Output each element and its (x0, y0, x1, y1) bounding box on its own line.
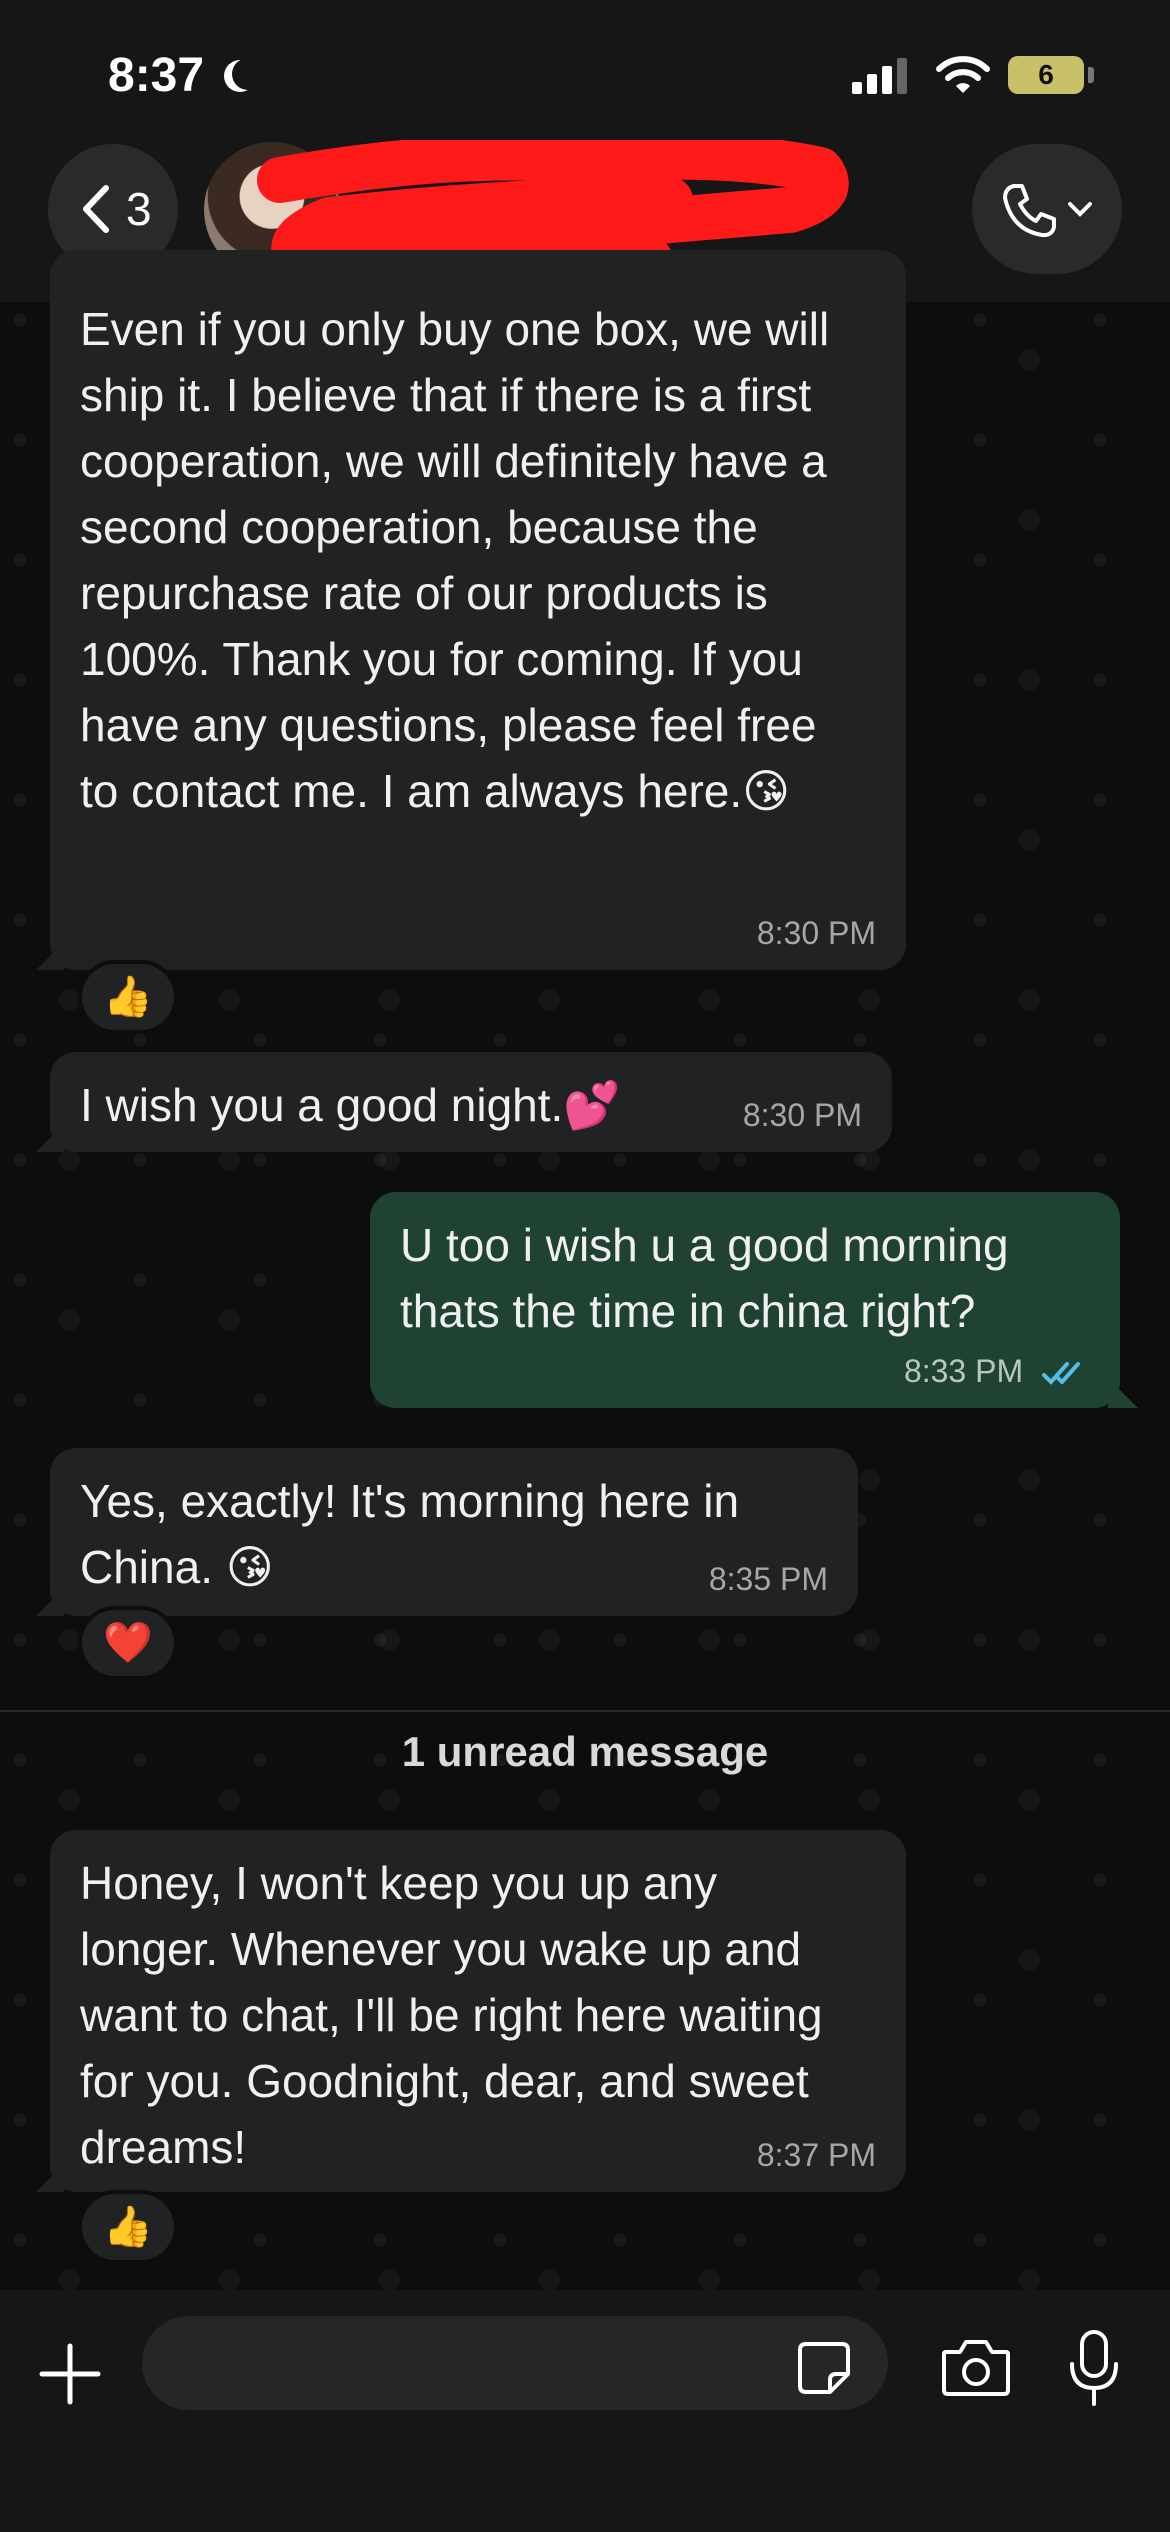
message-time-with-status: 8:33 PM (904, 1353, 1090, 1390)
status-time: 8:37 (108, 49, 205, 102)
reaction-thumbs-up: 👍 (103, 974, 153, 1020)
status-bar: 8:37 6 (0, 0, 1170, 140)
message-time: 8:30 PM (742, 1097, 862, 1133)
voice-call-button[interactable] (972, 144, 1122, 274)
unread-chats-count: 3 (126, 183, 152, 235)
message-bubble-incoming[interactable]: Yes, exactly! It's morning here in China… (36, 1448, 858, 1616)
sticker-icon[interactable] (796, 2340, 852, 2396)
moon-icon (232, 58, 264, 90)
battery-tip (1088, 67, 1094, 83)
wifi-icon (936, 56, 990, 93)
chevron-left-icon (83, 185, 109, 233)
battery-level: 6 (1038, 59, 1054, 90)
reaction-badge[interactable]: 👍 (78, 2190, 178, 2264)
phone-icon (1003, 184, 1056, 238)
reaction-badge[interactable]: 👍 (78, 960, 178, 1034)
reaction-heart: ❤️ (103, 1620, 153, 1666)
message-bubble-incoming[interactable]: Even if you only buy one box, we will sh… (36, 250, 906, 970)
signal-icon (852, 56, 912, 94)
message-text: U too i wish u a good morning thats the … (400, 1219, 1022, 1337)
reaction-thumbs-up: 👍 (103, 2204, 153, 2250)
unread-divider-line (0, 1710, 1170, 1712)
message-bubble-incoming[interactable]: Honey, I won't keep you up any longer. W… (36, 1830, 906, 2192)
battery-icon: 6 (1008, 56, 1084, 94)
message-time: 8:37 PM (756, 2137, 876, 2173)
message-input[interactable] (142, 2316, 888, 2410)
camera-icon[interactable] (940, 2336, 1012, 2398)
reaction-badge[interactable]: ❤️ (78, 1606, 178, 1680)
message-bubble-outgoing[interactable]: U too i wish u a good morning thats the … (370, 1192, 1138, 1408)
microphone-icon[interactable] (1066, 2328, 1122, 2408)
read-receipt-icon (1042, 1361, 1080, 1385)
message-time: 8:33 PM (903, 1353, 1024, 1389)
plus-icon[interactable] (38, 2342, 102, 2406)
composer-bar (0, 2290, 1170, 2532)
message-time: 8:30 PM (756, 915, 876, 951)
unread-divider-label: 1 unread message (401, 1728, 769, 1775)
message-time: 8:35 PM (708, 1561, 828, 1597)
chevron-down-icon (1068, 202, 1092, 217)
message-text: Even if you only buy one box, we will sh… (80, 303, 842, 817)
message-bubble-incoming[interactable]: I wish you a good night.💕 8:30 PM (36, 1052, 892, 1152)
message-text: Honey, I won't keep you up any longer. W… (80, 1857, 836, 2173)
